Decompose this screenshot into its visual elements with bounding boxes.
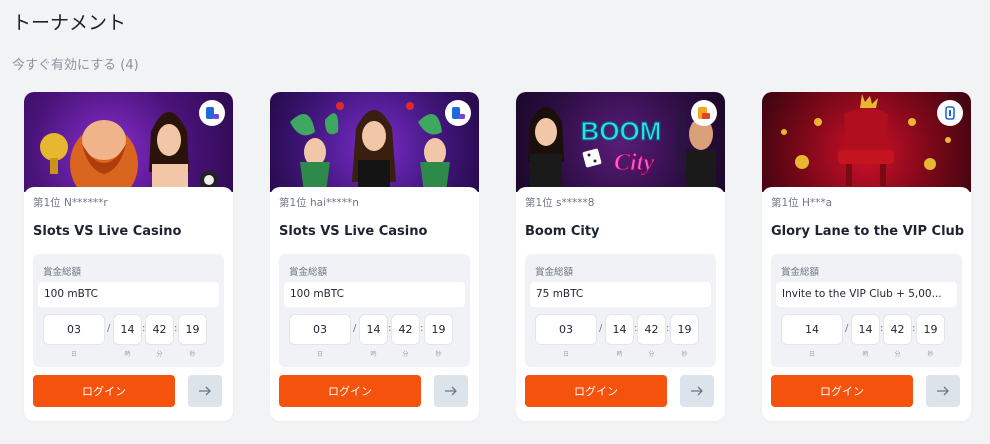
section-subtitle: 今すぐ有効にする (4)	[12, 58, 139, 73]
tournament-name[interactable]: Glory Lane to the VIP Club	[771, 224, 964, 239]
provider-badge-icon	[445, 100, 471, 126]
arrow-right-icon	[445, 386, 457, 396]
prize-pool-panel: 賞金総額 100 mBTC 03 / 14 : 42 : 19 日 時 分 秒	[33, 254, 224, 367]
timer-hours: 14	[359, 314, 388, 345]
provider-badge-icon	[691, 100, 717, 126]
leader-rank: 第1位 N******r	[33, 197, 108, 209]
tournament-name[interactable]: Boom City	[525, 224, 600, 239]
timer-unit-minutes: 分	[648, 351, 655, 358]
leader-rank: 第1位 s*****8	[525, 197, 595, 209]
tournament-card[interactable]: 第1位 N******r Slots VS Live Casino 賞金総額 1…	[24, 92, 233, 421]
prize-pool-value: 100 mBTC	[284, 282, 465, 307]
prize-pool-label: 賞金総額	[43, 267, 82, 278]
prize-pool-panel: 賞金総額 75 mBTC 03 / 14 : 42 : 19 日 時 分 秒	[525, 254, 716, 367]
tournament-card-list: 第1位 N******r Slots VS Live Casino 賞金総額 1…	[24, 92, 971, 421]
timer-minutes: 42	[391, 314, 420, 345]
tournament-name[interactable]: Slots VS Live Casino	[33, 224, 181, 239]
timer-unit-days: 日	[808, 351, 815, 358]
timer-minutes: 42	[637, 314, 666, 345]
login-button[interactable]: ログイン	[525, 375, 667, 407]
provider-badge-icon	[937, 100, 963, 126]
timer-unit-seconds: 秒	[435, 351, 442, 358]
tournament-card[interactable]: 第1位 H***a Glory Lane to the VIP Club 賞金総…	[762, 92, 971, 421]
prize-pool-value: 100 mBTC	[38, 282, 219, 307]
timer-unit-days: 日	[316, 351, 323, 358]
tournament-card[interactable]: BOOM City 第1位 s*****8 Boom City 賞金総額 75 …	[516, 92, 725, 421]
timer-days: 03	[289, 314, 351, 345]
countdown-timer: 14 / 14 : 42 : 19 日 時 分 秒	[781, 314, 949, 364]
timer-unit-minutes: 分	[402, 351, 409, 358]
timer-date-separator: /	[107, 323, 111, 334]
login-button[interactable]: ログイン	[771, 375, 913, 407]
game-banner-image[interactable]	[762, 92, 971, 192]
timer-hours: 14	[851, 314, 880, 345]
countdown-timer: 03 / 14 : 42 : 19 日 時 分 秒	[289, 314, 457, 364]
timer-date-separator: /	[353, 323, 357, 334]
timer-days: 14	[781, 314, 843, 345]
timer-time-separator: :	[420, 323, 424, 334]
leader-rank: 第1位 hai*****n	[279, 197, 359, 209]
timer-hours: 14	[605, 314, 634, 345]
timer-hours: 14	[113, 314, 142, 345]
timer-unit-hours: 時	[616, 351, 623, 358]
timer-minutes: 42	[145, 314, 174, 345]
leader-rank: 第1位 H***a	[771, 197, 833, 209]
prize-pool-label: 賞金総額	[289, 267, 328, 278]
timer-unit-minutes: 分	[156, 351, 163, 358]
timer-unit-hours: 時	[862, 351, 869, 358]
arrow-right-icon	[199, 386, 211, 396]
timer-time-separator: :	[174, 323, 178, 334]
details-button[interactable]	[680, 375, 714, 407]
arrow-right-icon	[691, 386, 703, 396]
login-button[interactable]: ログイン	[279, 375, 421, 407]
timer-seconds: 19	[424, 314, 453, 345]
arrow-right-icon	[937, 386, 949, 396]
timer-unit-days: 日	[562, 351, 569, 358]
provider-badge-icon	[199, 100, 225, 126]
timer-unit-minutes: 分	[894, 351, 901, 358]
page-title: トーナメント	[12, 12, 127, 34]
game-banner-image[interactable]	[270, 92, 479, 192]
countdown-timer: 03 / 14 : 42 : 19 日 時 分 秒	[43, 314, 211, 364]
game-banner-image[interactable]	[24, 92, 233, 192]
timer-seconds: 19	[178, 314, 207, 345]
timer-unit-seconds: 秒	[681, 351, 688, 358]
tournament-name[interactable]: Slots VS Live Casino	[279, 224, 427, 239]
timer-unit-hours: 時	[370, 351, 377, 358]
prize-pool-panel: 賞金総額 100 mBTC 03 / 14 : 42 : 19 日 時 分 秒	[279, 254, 470, 367]
prize-pool-value: Invite to the VIP Club + 5,00...	[776, 282, 957, 307]
timer-seconds: 19	[670, 314, 699, 345]
tournament-card[interactable]: 第1位 hai*****n Slots VS Live Casino 賞金総額 …	[270, 92, 479, 421]
timer-unit-hours: 時	[124, 351, 131, 358]
prize-pool-value: 75 mBTC	[530, 282, 711, 307]
prize-pool-label: 賞金総額	[781, 267, 820, 278]
prize-pool-label: 賞金総額	[535, 267, 574, 278]
svg-text:City: City	[614, 150, 654, 176]
timer-unit-seconds: 秒	[189, 351, 196, 358]
timer-date-separator: /	[845, 323, 849, 334]
timer-time-separator: :	[666, 323, 670, 334]
timer-days: 03	[43, 314, 105, 345]
timer-seconds: 19	[916, 314, 945, 345]
timer-minutes: 42	[883, 314, 912, 345]
login-button[interactable]: ログイン	[33, 375, 175, 407]
countdown-timer: 03 / 14 : 42 : 19 日 時 分 秒	[535, 314, 703, 364]
details-button[interactable]	[188, 375, 222, 407]
prize-pool-panel: 賞金総額 Invite to the VIP Club + 5,00... 14…	[771, 254, 962, 367]
timer-unit-seconds: 秒	[927, 351, 934, 358]
timer-unit-days: 日	[70, 351, 77, 358]
details-button[interactable]	[926, 375, 960, 407]
timer-days: 03	[535, 314, 597, 345]
timer-date-separator: /	[599, 323, 603, 334]
game-banner-image[interactable]: BOOM City	[516, 92, 725, 192]
details-button[interactable]	[434, 375, 468, 407]
svg-text:BOOM: BOOM	[581, 116, 662, 146]
timer-time-separator: :	[912, 323, 916, 334]
